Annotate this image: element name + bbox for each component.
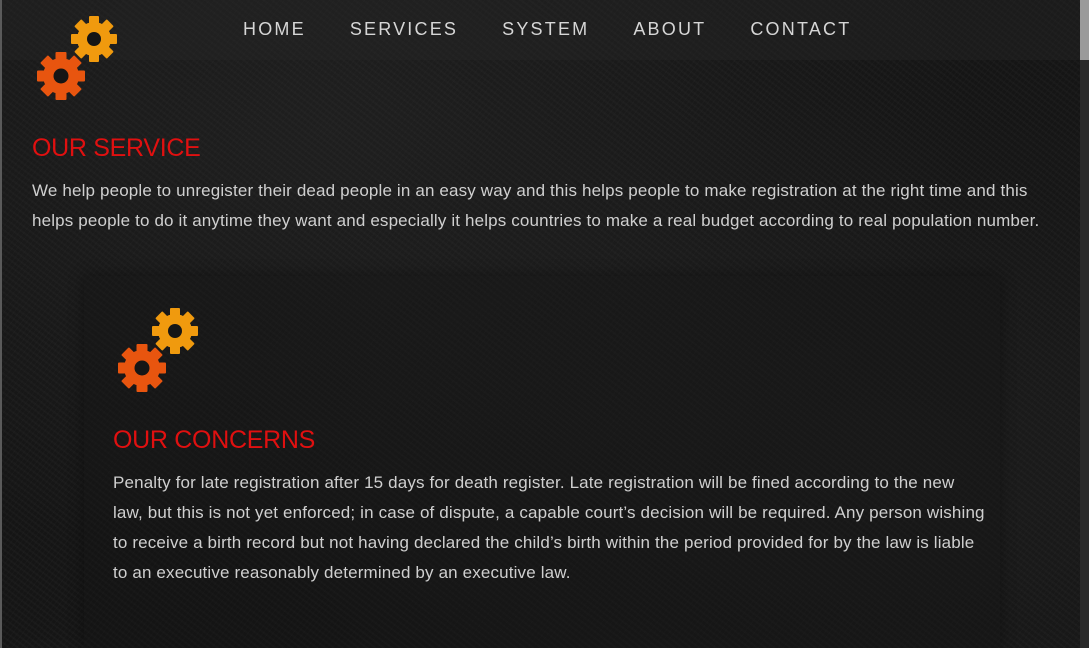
- scrollbar-thumb[interactable]: [1080, 0, 1089, 60]
- nav-contact[interactable]: CONTACT: [750, 18, 851, 40]
- concerns-section: [84, 276, 1000, 648]
- nav-home[interactable]: HOME: [243, 18, 306, 40]
- concerns-description: Penalty for late registration after 15 d…: [113, 473, 985, 582]
- window-edge: [0, 0, 2, 648]
- nav-about[interactable]: ABOUT: [633, 18, 706, 40]
- concerns-title: OUR CONCERNS: [113, 426, 315, 454]
- gears-section-icon: [117, 307, 199, 393]
- scrollbar-track[interactable]: [1080, 0, 1089, 648]
- main-nav: HOME SERVICES SYSTEM ABOUT CONTACT: [243, 18, 895, 40]
- nav-services[interactable]: SERVICES: [350, 18, 458, 40]
- nav-system[interactable]: SYSTEM: [502, 18, 589, 40]
- service-title: OUR SERVICE: [32, 134, 201, 162]
- gears-icon[interactable]: [36, 15, 118, 101]
- service-description: We help people to unregister their dead …: [32, 181, 1040, 230]
- page: HOME SERVICES SYSTEM ABOUT CONTACT OUR S…: [0, 0, 1089, 648]
